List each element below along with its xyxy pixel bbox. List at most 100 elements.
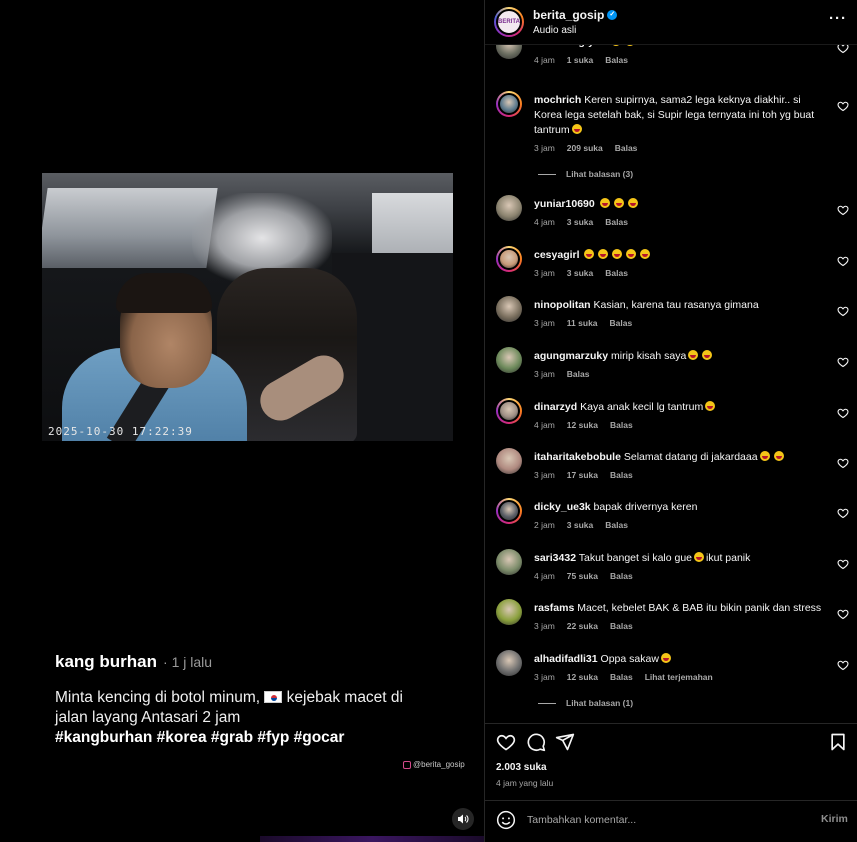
- commenter-avatar[interactable]: [496, 599, 522, 625]
- comment-username[interactable]: andiniringtyas: [534, 45, 606, 48]
- comment-like-heart-icon[interactable]: [837, 355, 849, 368]
- emoji-picker-icon[interactable]: [496, 810, 516, 830]
- video-caption: kang burhan · 1 j lalu Minta kencing di …: [55, 652, 435, 748]
- comment-likes[interactable]: 11 suka: [567, 318, 598, 328]
- comment-likes[interactable]: 12 suka: [567, 672, 598, 682]
- commenter-avatar[interactable]: [496, 549, 522, 575]
- speaker-icon: [458, 814, 469, 824]
- comment-like-heart-icon[interactable]: [837, 254, 849, 267]
- reply-button[interactable]: Balas: [610, 672, 633, 682]
- comment-username[interactable]: rasfams: [534, 602, 574, 614]
- comment-body: bapak drivernya keren: [593, 501, 698, 513]
- commenter-avatar[interactable]: [496, 650, 522, 676]
- comment-text: rasfams Macet, kebelet BAK & BAB itu bik…: [534, 601, 829, 616]
- comment-like-heart-icon[interactable]: [837, 99, 849, 112]
- emoji-icon: [759, 451, 770, 461]
- comment-username[interactable]: mochrich: [534, 94, 581, 106]
- comment-username[interactable]: agungmarzuky: [534, 350, 608, 362]
- likes-count[interactable]: 2.003 suka: [496, 762, 547, 773]
- comments-list[interactable]: andiniringtyas 4 jam 1 suka Balas mochrich …: [485, 44, 857, 724]
- comment-like-heart-icon[interactable]: [837, 45, 849, 54]
- reply-button[interactable]: Balas: [605, 520, 628, 530]
- comment-meta: 3 jam 12 suka Balas Lihat terjemahan: [534, 672, 713, 682]
- view-replies-label: Lihat balasan (3): [566, 169, 634, 179]
- comment-likes[interactable]: 3 suka: [567, 217, 593, 227]
- reply-button[interactable]: Balas: [605, 217, 628, 227]
- comment-meta: 2 jam 3 suka Balas: [534, 520, 628, 530]
- comment-like-heart-icon[interactable]: [837, 607, 849, 620]
- view-replies-button[interactable]: Lihat balasan (1): [538, 698, 633, 708]
- commenter-avatar-image: [498, 400, 520, 422]
- comment-time: 3 jam: [534, 143, 555, 153]
- like-heart-icon[interactable]: [496, 732, 516, 752]
- post-time: 4 jam yang lalu: [496, 778, 554, 788]
- comment-username[interactable]: sari3432: [534, 552, 576, 564]
- reply-button[interactable]: Balas: [605, 268, 628, 278]
- reply-button[interactable]: Balas: [610, 470, 633, 480]
- reply-button[interactable]: Balas: [610, 571, 633, 581]
- emoji-icon: [584, 249, 595, 259]
- comment-input[interactable]: [527, 811, 797, 829]
- more-options-icon[interactable]: ···: [829, 10, 847, 27]
- comment-like-heart-icon[interactable]: [837, 456, 849, 469]
- account-avatar[interactable]: BERITA: [494, 7, 524, 37]
- comment-username[interactable]: cesyagirl: [534, 249, 580, 261]
- comment-like-heart-icon[interactable]: [837, 506, 849, 519]
- comment-likes[interactable]: 17 suka: [567, 470, 598, 480]
- comment-like-heart-icon[interactable]: [837, 304, 849, 317]
- comment-likes[interactable]: 1 suka: [567, 55, 593, 65]
- comment-bubble-icon[interactable]: [526, 732, 546, 752]
- account-username[interactable]: berita_gosip: [533, 8, 604, 22]
- commenter-avatar[interactable]: [496, 498, 522, 524]
- comment-meta: 3 jam 17 suka Balas: [534, 470, 633, 480]
- comment-likes[interactable]: 3 suka: [567, 268, 593, 278]
- commenter-avatar-image: [496, 448, 522, 474]
- comment-likes[interactable]: 12 suka: [567, 420, 598, 430]
- comment-username[interactable]: alhadifadli31: [534, 653, 598, 665]
- reply-button[interactable]: Balas: [615, 143, 638, 153]
- comment-like-heart-icon[interactable]: [837, 557, 849, 570]
- translate-button[interactable]: Lihat terjemahan: [645, 672, 713, 682]
- share-send-icon[interactable]: [555, 732, 575, 752]
- video-panel[interactable]: 2025-10-30 17:22:39 kang burhan · 1 j la…: [0, 0, 484, 842]
- post-actions: 2.003 suka 4 jam yang lalu: [485, 724, 857, 800]
- comment-like-heart-icon[interactable]: [837, 658, 849, 671]
- comment-text: sari3432 Takut banget si kalo gue ikut pa…: [534, 551, 829, 566]
- reply-button[interactable]: Balas: [605, 55, 628, 65]
- video-frame[interactable]: 2025-10-30 17:22:39: [42, 173, 453, 441]
- comment-username[interactable]: dicky_ue3k: [534, 501, 591, 513]
- view-replies-button[interactable]: Lihat balasan (3): [538, 169, 633, 179]
- reply-button[interactable]: Balas: [567, 369, 590, 379]
- commenter-avatar[interactable]: [496, 246, 522, 272]
- mute-toggle-button[interactable]: [452, 808, 474, 830]
- comment-meta: 4 jam 12 suka Balas: [534, 420, 633, 430]
- comment-meta: 4 jam 1 suka Balas: [534, 55, 628, 65]
- comment-text: ninopolitan Kasian, karena tau rasanya g…: [534, 298, 829, 313]
- comment-like-heart-icon[interactable]: [837, 406, 849, 419]
- commenter-avatar[interactable]: [496, 347, 522, 373]
- comment-username[interactable]: ninopolitan: [534, 299, 591, 311]
- commenter-avatar[interactable]: [496, 448, 522, 474]
- commenter-avatar[interactable]: [496, 45, 522, 59]
- comment-likes[interactable]: 209 suka: [567, 143, 603, 153]
- reply-button[interactable]: Balas: [610, 621, 633, 631]
- emoji-icon: [705, 401, 716, 411]
- comment-likes[interactable]: 22 suka: [567, 621, 598, 631]
- send-comment-button[interactable]: Kirim: [821, 813, 848, 825]
- comment-like-heart-icon[interactable]: [837, 203, 849, 216]
- emoji-icon: [702, 350, 713, 360]
- comment-likes[interactable]: 3 suka: [567, 520, 593, 530]
- reply-button[interactable]: Balas: [610, 420, 633, 430]
- commenter-avatar[interactable]: [496, 296, 522, 322]
- comment-likes[interactable]: 75 suka: [567, 571, 598, 581]
- commenter-avatar-image: [496, 549, 522, 575]
- comment-username[interactable]: yuniar10690: [534, 198, 595, 210]
- audio-label[interactable]: Audio asli: [533, 25, 576, 36]
- comment-username[interactable]: dinarzyd: [534, 401, 577, 413]
- commenter-avatar[interactable]: [496, 195, 522, 221]
- commenter-avatar[interactable]: [496, 91, 522, 117]
- comment-username[interactable]: itaharitakebobule: [534, 451, 621, 463]
- reply-button[interactable]: Balas: [610, 318, 633, 328]
- commenter-avatar[interactable]: [496, 398, 522, 424]
- save-bookmark-icon[interactable]: [828, 732, 848, 752]
